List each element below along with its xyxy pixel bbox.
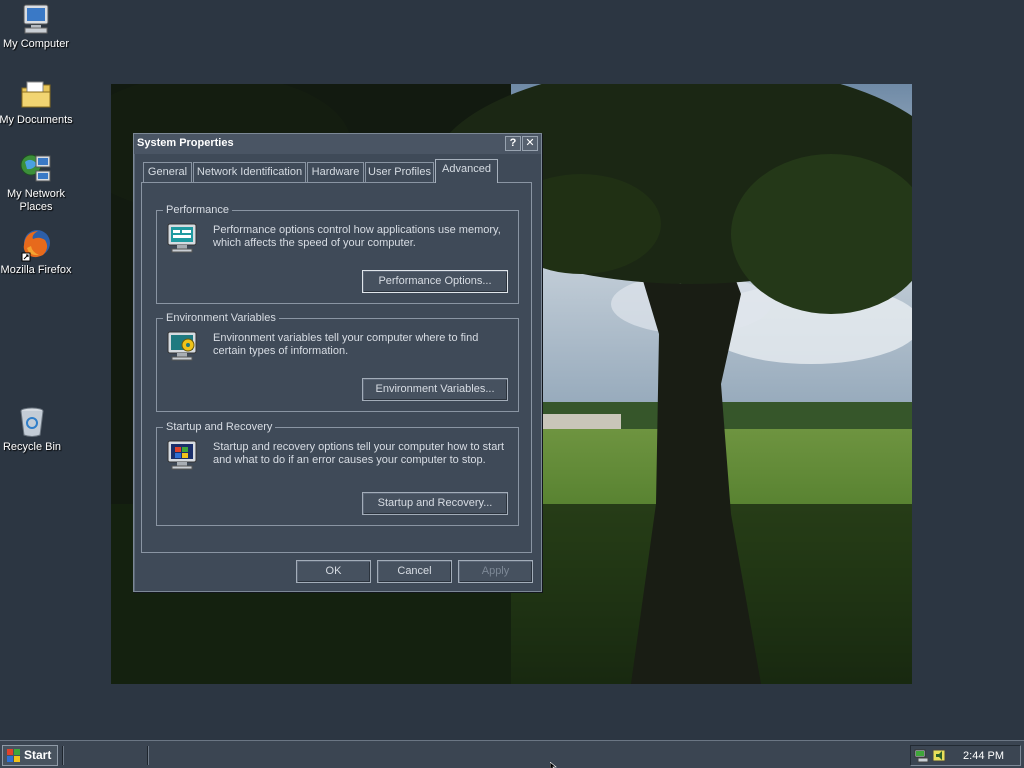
performance-options-button[interactable]: Performance Options... — [362, 270, 508, 293]
start-label: Start — [24, 748, 52, 762]
group-description: Environment variables tell your computer… — [213, 332, 479, 357]
my-documents-icon — [21, 81, 51, 108]
apply-button[interactable]: Apply — [458, 560, 533, 583]
start-button[interactable]: Start — [2, 745, 58, 766]
desktop-icon-label: Mozilla Firefox — [0, 264, 72, 276]
environment-variables-button[interactable]: Environment Variables... — [362, 378, 508, 401]
desktop-icon-label: My Network Places — [6, 188, 66, 213]
tab-general[interactable]: General — [143, 162, 192, 182]
volume-tray-icon[interactable] — [931, 748, 947, 763]
desktop-icon-my-computer[interactable]: My Computer — [0, 2, 74, 51]
help-button[interactable]: ? — [505, 136, 521, 151]
desktop-icon-network-places[interactable]: My Network Places — [0, 152, 74, 214]
group-title: Performance — [163, 203, 232, 217]
system-tray: 2:44 PM — [910, 745, 1021, 766]
desktop-icon-label: Recycle Bin — [2, 441, 62, 453]
dialog-title-bar[interactable]: System Properties ? ✕ — [134, 134, 541, 154]
desktop-icon-label: My Computer — [2, 38, 70, 50]
tab-advanced[interactable]: Advanced — [435, 159, 498, 183]
group-description: Startup and recovery options tell your c… — [213, 441, 505, 466]
firefox-icon — [21, 230, 50, 262]
desktop-icon-firefox[interactable]: Mozilla Firefox — [0, 228, 74, 277]
environment-variables-group: Environment Variables Environment variab… — [156, 311, 519, 412]
taskbar-separator — [147, 746, 149, 765]
startup-recovery-button[interactable]: Startup and Recovery... — [362, 492, 508, 515]
dialog-title: System Properties — [137, 137, 234, 149]
group-description: Performance options control how applicat… — [213, 224, 501, 249]
ok-button[interactable]: OK — [296, 560, 371, 583]
monitor-settings-icon — [167, 331, 197, 361]
taskbar: Start 2:44 PM — [0, 740, 1024, 768]
startup-recovery-group: Startup and Recovery Startup and recover… — [156, 420, 519, 526]
quick-launch-area — [66, 745, 146, 766]
performance-group: Performance Performance options control … — [156, 203, 519, 304]
taskbar-separator — [62, 746, 64, 765]
network-places-icon — [20, 154, 51, 182]
tab-hardware[interactable]: Hardware — [307, 162, 364, 182]
recycle-bin-icon — [20, 407, 44, 437]
tab-network-identification[interactable]: Network Identification — [193, 162, 306, 182]
group-title: Environment Variables — [163, 311, 279, 325]
clock[interactable]: 2:44 PM — [963, 750, 1004, 762]
network-tray-icon[interactable] — [914, 748, 930, 763]
group-title: Startup and Recovery — [163, 420, 276, 434]
windows-flag-icon — [7, 749, 20, 762]
desktop-icon-my-documents[interactable]: My Documents — [0, 78, 74, 127]
mouse-cursor-icon — [550, 762, 557, 768]
monitor-startup-icon — [167, 440, 197, 470]
monitor-performance-icon — [167, 223, 197, 253]
close-button[interactable]: ✕ — [522, 136, 538, 151]
my-computer-icon — [23, 4, 49, 34]
cancel-button[interactable]: Cancel — [377, 560, 452, 583]
tab-user-profiles[interactable]: User Profiles — [365, 162, 434, 182]
desktop-icon-recycle-bin[interactable]: Recycle Bin — [0, 405, 70, 454]
desktop-icon-label: My Documents — [0, 114, 73, 126]
